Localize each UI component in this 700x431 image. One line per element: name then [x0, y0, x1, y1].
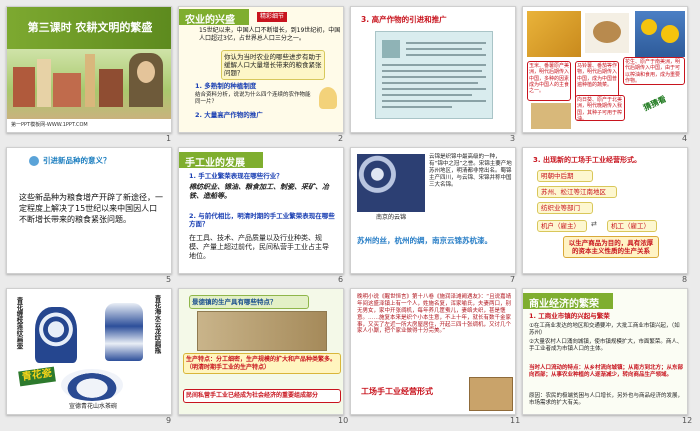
note-sunflower: 向日葵、原产于北美洲，明代晚期传入我国，其种子可用于榨油。: [575, 95, 625, 122]
guess-caption: 猜猜看: [642, 94, 668, 113]
bullet-icon: [29, 156, 39, 166]
vertical-caption-left: 青花缠枝莲纹扁壶: [15, 297, 23, 349]
slide-thumbnail-5[interactable]: 引进新品种的意义？ 这些新品种为粮食增产开辟了新途径，一定程度上解决了15世纪以…: [6, 147, 172, 274]
cartoon-figure: [319, 87, 337, 109]
production-features: 生产特点：分工细密，生产规模的扩大和产品种类繁多。（明清时期手工业的生产特点）: [183, 353, 341, 374]
slide-heading: 引进新品种的意义？: [43, 156, 111, 165]
slide-number: 5: [166, 275, 172, 284]
slide-thumbnail-3[interactable]: 3. 高产作物的引进和推广: [350, 6, 516, 133]
slide-number: 11: [510, 416, 521, 425]
note-peanut: 花生、原产于南美洲，明代后期传入中国，由于可以榨油和食用，成为重要作物。: [623, 57, 685, 85]
bowl-caption: 宣德青花山水茶碗: [68, 403, 117, 410]
slide-number: 12: [682, 416, 693, 425]
item-1: 1. 多熟制的种植制度: [195, 82, 257, 90]
brocade-image: [357, 154, 425, 212]
slide-number: 7: [510, 275, 516, 284]
brocade-text: 云锦是织锦中最高级的一种，有“锦中之冠”之誉。宋锦主要产地苏州地区，明清都非常出…: [429, 154, 512, 188]
slide-thumbnail-1[interactable]: 第三课时 农耕文明的繁盛 第一PPT模板网-WWW.1PPT.COM: [6, 6, 172, 133]
arrow-icon: ⇄: [591, 220, 597, 228]
label-region: 苏州、松江等江南地区: [537, 186, 617, 199]
novel-excerpt: 晚明小说《醒世恒言》第十八卷《施润泽滩阙遇友》：“且说嘉靖年间这盛泽镇上有一个人…: [357, 294, 512, 335]
conclusion-box: 民间私营手工业已经成为社会经济的重要组成部分: [183, 389, 341, 403]
migration-features: 当时人口流动的特点：从乡村流向城镇；从南方到北方；从东部向西部；从事农业种植的人…: [529, 365, 684, 378]
sunflower-image: [635, 11, 685, 57]
slide-thumbnail-11[interactable]: 晚明小说《醒世恒言》第十八卷《施润泽滩阙遇友》：“且说嘉靖年间这盛泽镇上有一个人…: [350, 288, 516, 415]
slide-number: 8: [682, 275, 688, 284]
label-employee: 机工（雇工）: [607, 220, 657, 233]
slide-number: 4: [682, 134, 688, 143]
slide-thumbnail-7[interactable]: 南京的云锦 云锦是织锦中最高级的一种，有“锦中之冠”之誉。宋锦主要产地苏州地区，…: [350, 147, 516, 274]
slide-title: 第三课时 农耕文明的繁盛: [27, 21, 153, 34]
slide-thumbnail-8[interactable]: 3. 出现新的工场手工业经营形式。 明朝中后期 苏州、松江等江南地区 纺织业等部…: [522, 147, 688, 274]
section-heading: 农业的兴盛: [179, 9, 249, 26]
label-employer: 机户（雇主）: [537, 220, 587, 233]
label-period: 明朝中后期: [537, 170, 593, 183]
tag-label: 精彩细节: [257, 12, 288, 22]
question-2: 2. 与前代相比，明清时期的手工业繁荣表现在哪些方面？: [189, 212, 335, 229]
vertical-caption-right: 青花海水云龙纹扁瓶: [153, 295, 161, 354]
answer-2: 在工具、技术、产品质量以及行业种类、规模、产量上超过前代，民间私营手工业占主导地…: [189, 234, 329, 260]
potato-image: [585, 13, 629, 53]
workshop-image: [197, 311, 327, 351]
loom-image: [469, 377, 513, 411]
item-2: 2. 大量高产作物的推广: [195, 111, 263, 119]
slide-thumbnail-10[interactable]: 景德镇的生产具有哪些特点？ 生产特点：分工细密，生产规模的扩大和产品种类繁多。（…: [178, 288, 344, 415]
slide-caption: 苏州的丝，杭州的绸，南京云锦苏杭漆。: [357, 236, 492, 245]
question-box: 你认为当时农业的哪些进步有助于缓解人口大量增长带来的粮食紧张问题？: [221, 50, 325, 81]
question-box: 景德镇的生产具有哪些特点？: [189, 295, 309, 310]
point-1: ①在工商业发达的地区和交通要冲，大批工商业市镇兴起，（如苏州）: [529, 323, 680, 336]
footer-text: 第一PPT模板网-WWW.1PPT.COM: [11, 122, 88, 128]
slide-number: 3: [510, 134, 516, 143]
slide-thumbnail-2[interactable]: 农业的兴盛 精彩细节 15世纪以来，中国人口不断增长，到19世纪初，中国人口超过…: [178, 6, 344, 133]
slide-thumbnail-12[interactable]: 商业经济的繁荣 1. 工商业市镇的兴起与繁荣 ①在工商业发达的地区和交通要冲，大…: [522, 288, 688, 415]
section-heading: 商业经济的繁荣: [523, 293, 613, 310]
city-illustration: [7, 49, 171, 119]
slide-thumbnail-6[interactable]: 手工业的发展 1. 手工业繁荣表现在哪些行业？ 棉纺织业、锦油、粮食加工、制瓷、…: [178, 147, 344, 274]
slide-number: 9: [166, 416, 172, 425]
subheading: 1. 工商业市镇的兴起与繁荣: [529, 312, 610, 320]
flask-image: [35, 307, 77, 363]
vase-image: [105, 303, 143, 361]
item-1-note: 结合资料分析，说说为什么四个连续的农作物能同一片？: [195, 92, 311, 105]
question-1: 1. 手工业繁荣表现在哪些行业？: [189, 172, 283, 180]
bowl-image: [61, 369, 123, 401]
slide-number: 1: [166, 134, 172, 143]
intro-paragraph: 15世纪以来，中国人口不断增长，到19世纪初，中国人口超过3亿，占世界总人口三分…: [199, 27, 341, 42]
peanut-image: [531, 103, 571, 129]
answer-1: 棉纺织业、锦油、粮食加工、制瓷、采矿、冶铁、造船等。: [189, 183, 329, 200]
slide-thumbnail-4[interactable]: 玉米、番薯原产美洲，明代后期传入中国，多种的因素成为中国人的主食之一。 马铃薯、…: [522, 6, 688, 133]
corn-image: [527, 11, 581, 57]
document-image: [375, 31, 493, 119]
reasons: 原因：农民的极端贫困与人口增长，另外也与商品经济的发展，市场需求的扩大有关。: [529, 393, 684, 406]
slide-number: 6: [338, 275, 344, 284]
point-2: ②大量农村人口涌向城镇，使市镇规模扩大，市面繁荣。商人、手工业者成为市镇人口的主…: [529, 339, 683, 352]
slide-thumbnail-9[interactable]: 青花缠枝莲纹扁壶 青花海水云龙纹扁瓶 青花瓷 宣德青花山水茶碗: [6, 288, 172, 415]
slide-number: 2: [338, 134, 344, 143]
slide-heading: 3. 出现新的工场手工业经营形式。: [533, 156, 641, 164]
note-corn: 玉米、番薯原产美洲，明代后期传入中国，多种的因素成为中国人的主食之一。: [527, 61, 571, 101]
slide-caption: 工场手工业经营形式: [361, 387, 433, 396]
summary-box: 以生产商品为目的，具有浓厚的资本主义性质的生产关系: [563, 236, 659, 259]
brocade-label: 南京的云锦: [375, 214, 406, 221]
slide-heading: 3. 高产作物的引进和推广: [361, 15, 447, 24]
label-industry: 纺织业等部门: [537, 202, 593, 215]
section-heading: 手工业的发展: [179, 152, 263, 169]
porcelain-label: 青花瓷: [18, 366, 56, 386]
slide-number: 10: [338, 416, 349, 425]
slide-body: 这些新品种为粮食增产开辟了新途径，一定程度上解决了15世纪以来中国因人口不断增长…: [19, 193, 163, 225]
